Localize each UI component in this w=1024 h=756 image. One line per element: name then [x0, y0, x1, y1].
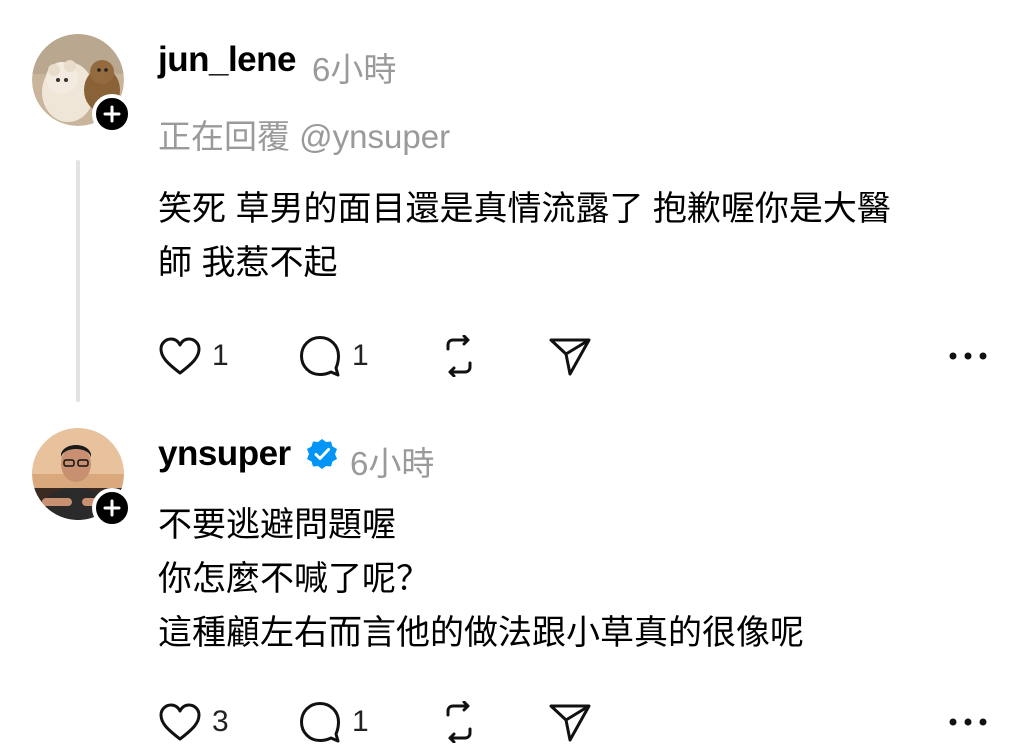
send-icon	[549, 338, 591, 376]
avatar-container[interactable]	[32, 428, 132, 528]
timestamp: 6小時	[350, 445, 435, 482]
like-count: 1	[212, 339, 229, 372]
like-button[interactable]: 3	[158, 698, 229, 746]
avatar-container[interactable]	[32, 34, 132, 134]
like-count: 3	[212, 705, 229, 738]
comment-icon	[300, 336, 340, 377]
timestamp: 6小時	[312, 51, 397, 88]
post-text: 笑死 草男的面目還是真情流露了 抱歉喔你是大醫 師 我惹不起	[158, 190, 891, 282]
reply-count: 1	[352, 705, 369, 738]
heart-icon	[159, 703, 201, 741]
action-bar: 3 1	[158, 698, 998, 746]
more-icon	[949, 352, 987, 360]
send-icon	[549, 704, 591, 742]
comment-icon	[300, 702, 340, 743]
verified-badge-icon	[307, 439, 337, 469]
thread-line	[76, 160, 80, 402]
reply-button[interactable]: 1	[298, 332, 369, 380]
plus-icon	[103, 105, 121, 123]
like-button[interactable]: 1	[158, 332, 229, 380]
replying-to[interactable]: 正在回覆 @ynsuper	[158, 110, 450, 158]
repost-icon	[446, 701, 472, 743]
follow-button[interactable]	[92, 488, 132, 528]
plus-icon	[103, 499, 121, 517]
post-text: 不要逃避問題喔 你怎麼不喊了呢？ 這種顧左右而言他的做法跟小草真的很像呢	[158, 506, 804, 652]
action-bar: 1 1	[158, 332, 998, 380]
reply-post: ynsuper 6小時 不要逃避問題喔 你怎麼不喊了呢？ 這種顧左右而言他的做法…	[0, 410, 1024, 756]
repost-button[interactable]	[438, 698, 480, 746]
reply-post: jun_lene 6小時 正在回覆 @ynsuper 笑死 草男的面目還是真情流…	[0, 0, 1024, 410]
username[interactable]: ynsuper	[158, 434, 291, 474]
reply-button[interactable]: 1	[298, 698, 369, 746]
repost-button[interactable]	[438, 332, 480, 380]
share-button[interactable]	[548, 698, 592, 746]
more-button[interactable]	[948, 332, 988, 380]
username[interactable]: jun_lene	[158, 40, 296, 80]
repost-icon	[446, 335, 472, 377]
reply-count: 1	[352, 339, 369, 372]
more-icon	[949, 718, 987, 726]
more-button[interactable]	[948, 698, 988, 746]
share-button[interactable]	[548, 332, 592, 380]
heart-icon	[159, 337, 201, 375]
follow-button[interactable]	[92, 94, 132, 134]
